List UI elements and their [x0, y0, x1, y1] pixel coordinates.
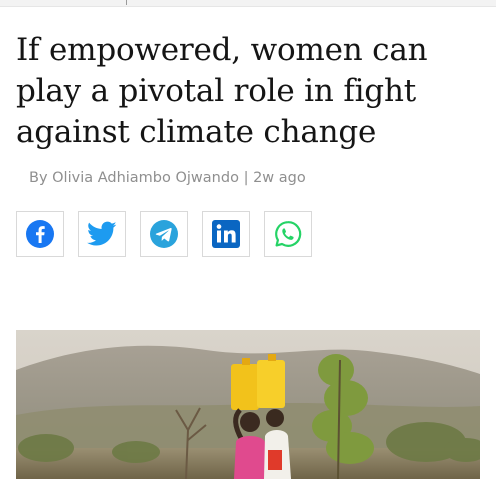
strip-divider — [126, 0, 127, 5]
telegram-icon — [150, 220, 178, 248]
article-hero-image — [16, 330, 480, 479]
twitter-icon — [87, 221, 117, 246]
share-twitter-button[interactable] — [78, 211, 126, 257]
linkedin-icon — [212, 220, 240, 248]
byline-separator: | — [243, 170, 249, 186]
article-byline: By Olivia Adhiambo Ojwando | 2w ago — [29, 170, 306, 186]
top-strip — [0, 0, 496, 7]
share-facebook-button[interactable] — [16, 211, 64, 257]
article-headline: If empowered, women can play a pivotal r… — [16, 32, 428, 150]
share-buttons — [16, 211, 312, 259]
share-linkedin-button[interactable] — [202, 211, 250, 257]
share-telegram-button[interactable] — [140, 211, 188, 257]
hero-photo — [16, 330, 480, 479]
author-link[interactable]: By Olivia Adhiambo Ojwando — [29, 170, 239, 186]
published-time: 2w ago — [253, 170, 306, 186]
facebook-icon — [26, 220, 54, 248]
whatsapp-icon — [275, 221, 302, 247]
share-whatsapp-button[interactable] — [264, 211, 312, 257]
